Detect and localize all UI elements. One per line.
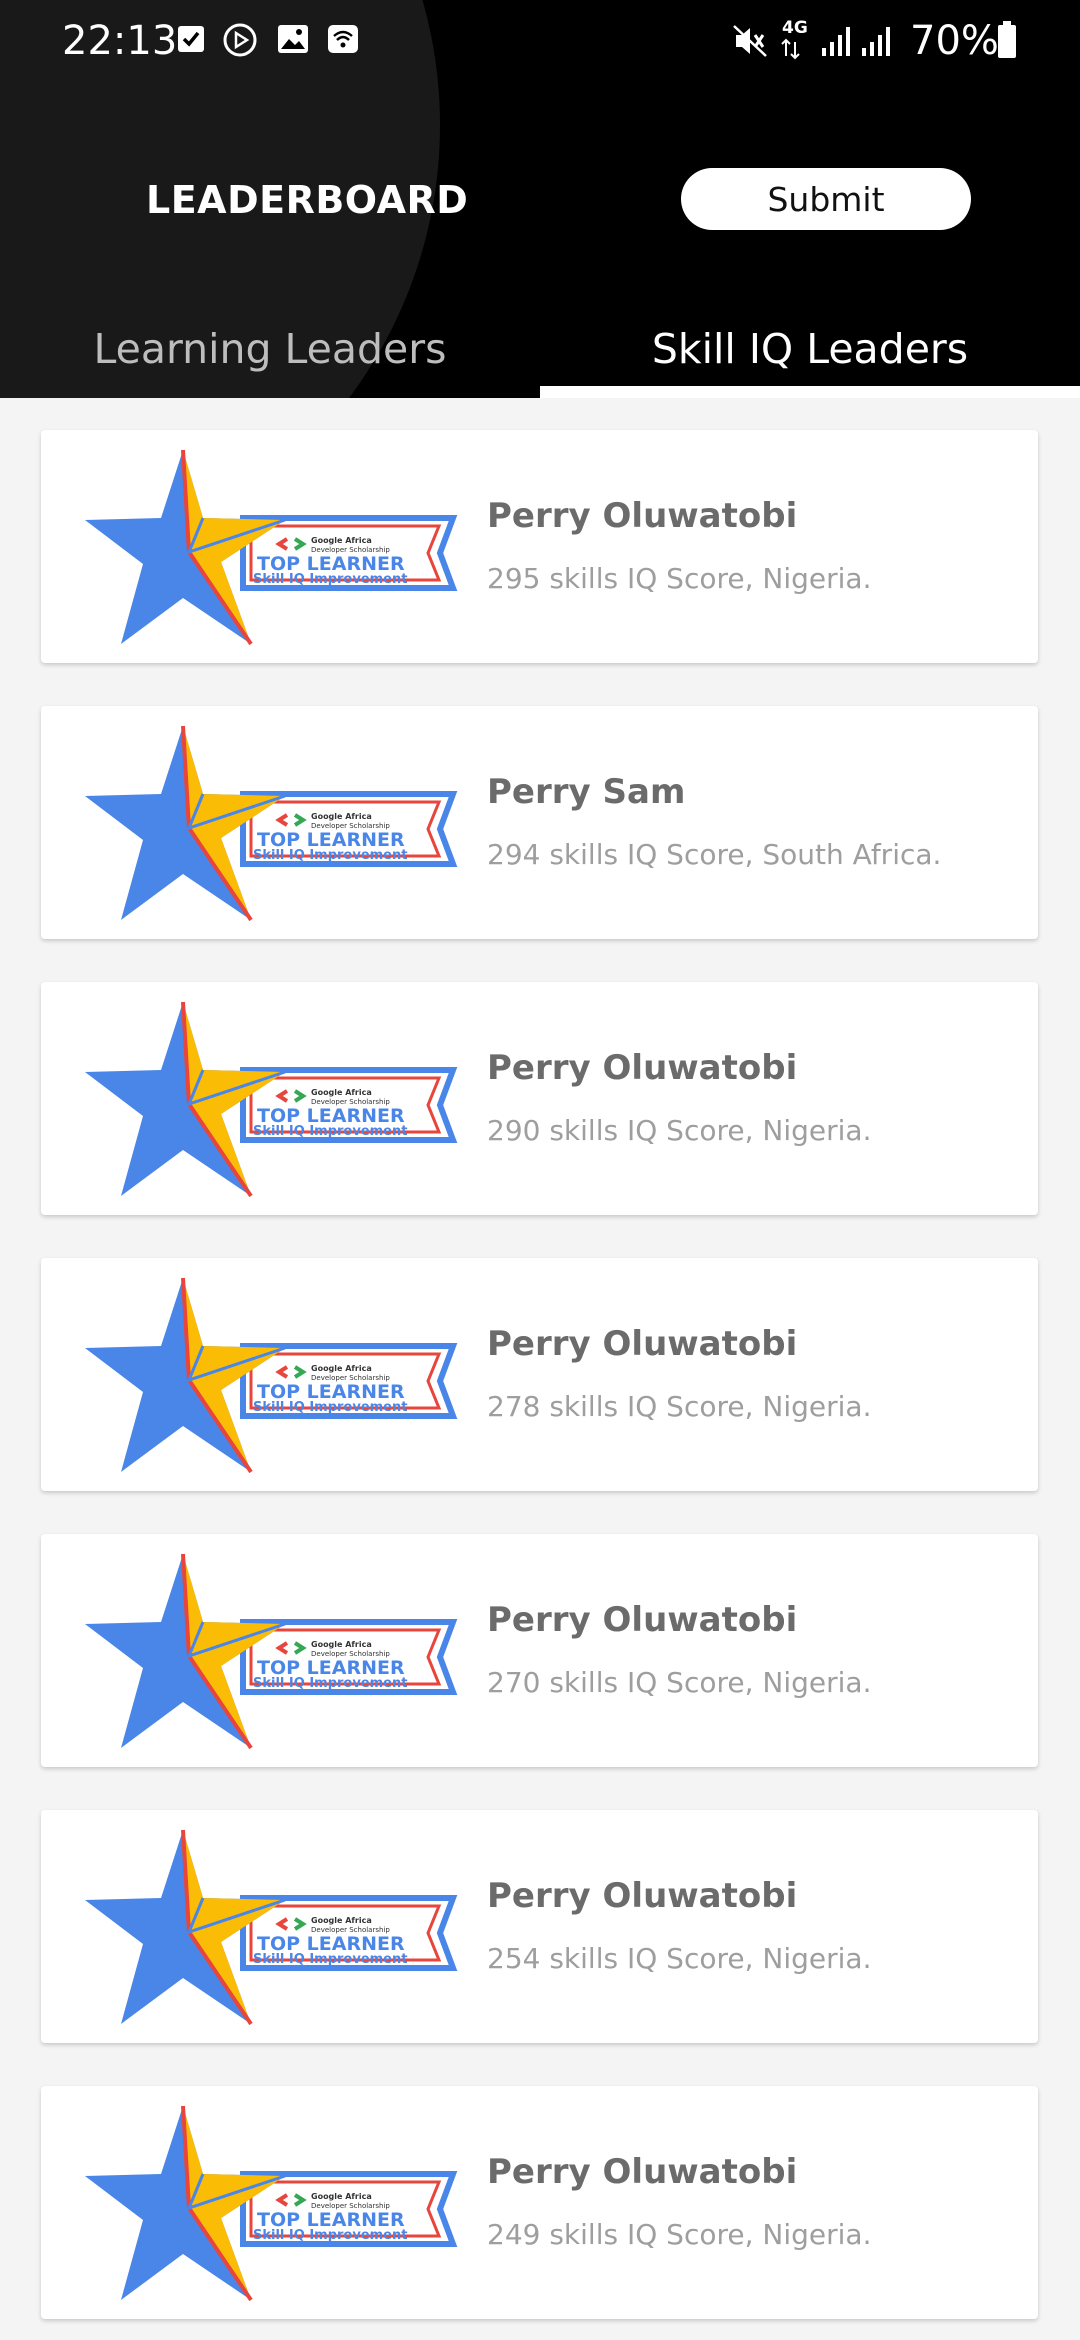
check-box-icon: [178, 26, 204, 52]
svg-text:Google Africa: Google Africa: [311, 812, 372, 821]
top-learner-badge: Google Africa Developer Scholarship TOP …: [85, 1553, 458, 1750]
tab-learning-leaders[interactable]: Learning Leaders: [0, 300, 540, 398]
list-item[interactable]: Google Africa Developer Scholarship TOP …: [41, 1810, 1038, 2043]
leader-detail: 270 skills IQ Score, Nigeria.: [487, 1666, 872, 1699]
top-learner-badge: Google Africa Developer Scholarship TOP …: [85, 2105, 458, 2302]
svg-text:Skill IQ Improvement: Skill IQ Improvement: [253, 2228, 407, 2243]
tab-skill-iq-leaders[interactable]: Skill IQ Leaders: [540, 300, 1080, 398]
list-item[interactable]: Google Africa Developer Scholarship TOP …: [41, 430, 1038, 663]
signal-icon: [822, 27, 850, 56]
list-item[interactable]: Google Africa Developer Scholarship TOP …: [41, 1534, 1038, 1767]
svg-text:Google Africa: Google Africa: [311, 1916, 372, 1925]
wifi-icon: [328, 25, 358, 53]
list-item[interactable]: Google Africa Developer Scholarship TOP …: [41, 706, 1038, 939]
battery-percent: 70%: [910, 18, 999, 64]
network-label: 4G: [782, 18, 808, 38]
leader-name: Perry Oluwatobi: [487, 1600, 798, 1640]
svg-text:Skill IQ Improvement: Skill IQ Improvement: [253, 1400, 407, 1415]
svg-text:Skill IQ Improvement: Skill IQ Improvement: [253, 1124, 407, 1139]
list-item[interactable]: Google Africa Developer Scholarship TOP …: [41, 1258, 1038, 1491]
svg-text:Skill IQ Improvement: Skill IQ Improvement: [253, 572, 407, 587]
svg-text:Google Africa: Google Africa: [311, 536, 372, 545]
leader-detail: 254 skills IQ Score, Nigeria.: [487, 1942, 872, 1975]
leader-detail: 294 skills IQ Score, South Africa.: [487, 838, 942, 871]
svg-text:Google Africa: Google Africa: [311, 1364, 372, 1373]
list-item[interactable]: Google Africa Developer Scholarship TOP …: [41, 982, 1038, 1215]
top-learner-badge: Google Africa Developer Scholarship TOP …: [85, 449, 458, 646]
top-learner-badge: Google Africa Developer Scholarship TOP …: [85, 725, 458, 922]
data-arrows-icon: [781, 38, 800, 60]
svg-text:Skill IQ Improvement: Skill IQ Improvement: [253, 1676, 407, 1691]
status-bar: 22:13 4G 70%: [0, 0, 1080, 84]
svg-text:Google Africa: Google Africa: [311, 1088, 372, 1097]
leader-name: Perry Oluwatobi: [487, 1048, 798, 1088]
svg-text:Skill IQ Improvement: Skill IQ Improvement: [253, 1952, 407, 1967]
svg-text:Skill IQ Improvement: Skill IQ Improvement: [253, 848, 407, 863]
leader-name: Perry Sam: [487, 772, 686, 812]
signal-icon: [862, 27, 890, 56]
svg-text:Google Africa: Google Africa: [311, 2192, 372, 2201]
leader-detail: 290 skills IQ Score, Nigeria.: [487, 1114, 872, 1147]
status-time: 22:13: [62, 18, 178, 64]
app-bar: 22:13 4G 70% LEADERBOARD Submit Learning…: [0, 0, 1080, 398]
mute-icon: [733, 25, 767, 57]
page-title: LEADERBOARD: [146, 178, 469, 222]
leader-name: Perry Oluwatobi: [487, 2152, 798, 2192]
tab-indicator: [540, 386, 1080, 398]
image-icon: [278, 25, 308, 53]
battery-icon: [998, 21, 1016, 58]
submit-button[interactable]: Submit: [681, 168, 971, 230]
svg-text:Google Africa: Google Africa: [311, 1640, 372, 1649]
list-item[interactable]: Google Africa Developer Scholarship TOP …: [41, 2086, 1038, 2319]
leader-name: Perry Oluwatobi: [487, 1324, 798, 1364]
top-learner-badge: Google Africa Developer Scholarship TOP …: [85, 1001, 458, 1198]
leader-detail: 278 skills IQ Score, Nigeria.: [487, 1390, 872, 1423]
leader-detail: 295 skills IQ Score, Nigeria.: [487, 562, 872, 595]
play-icon: [223, 23, 257, 57]
leader-name: Perry Oluwatobi: [487, 1876, 798, 1916]
leader-detail: 249 skills IQ Score, Nigeria.: [487, 2218, 872, 2251]
top-learner-badge: Google Africa Developer Scholarship TOP …: [85, 1829, 458, 2026]
leader-name: Perry Oluwatobi: [487, 496, 798, 536]
top-learner-badge: Google Africa Developer Scholarship TOP …: [85, 1277, 458, 1474]
